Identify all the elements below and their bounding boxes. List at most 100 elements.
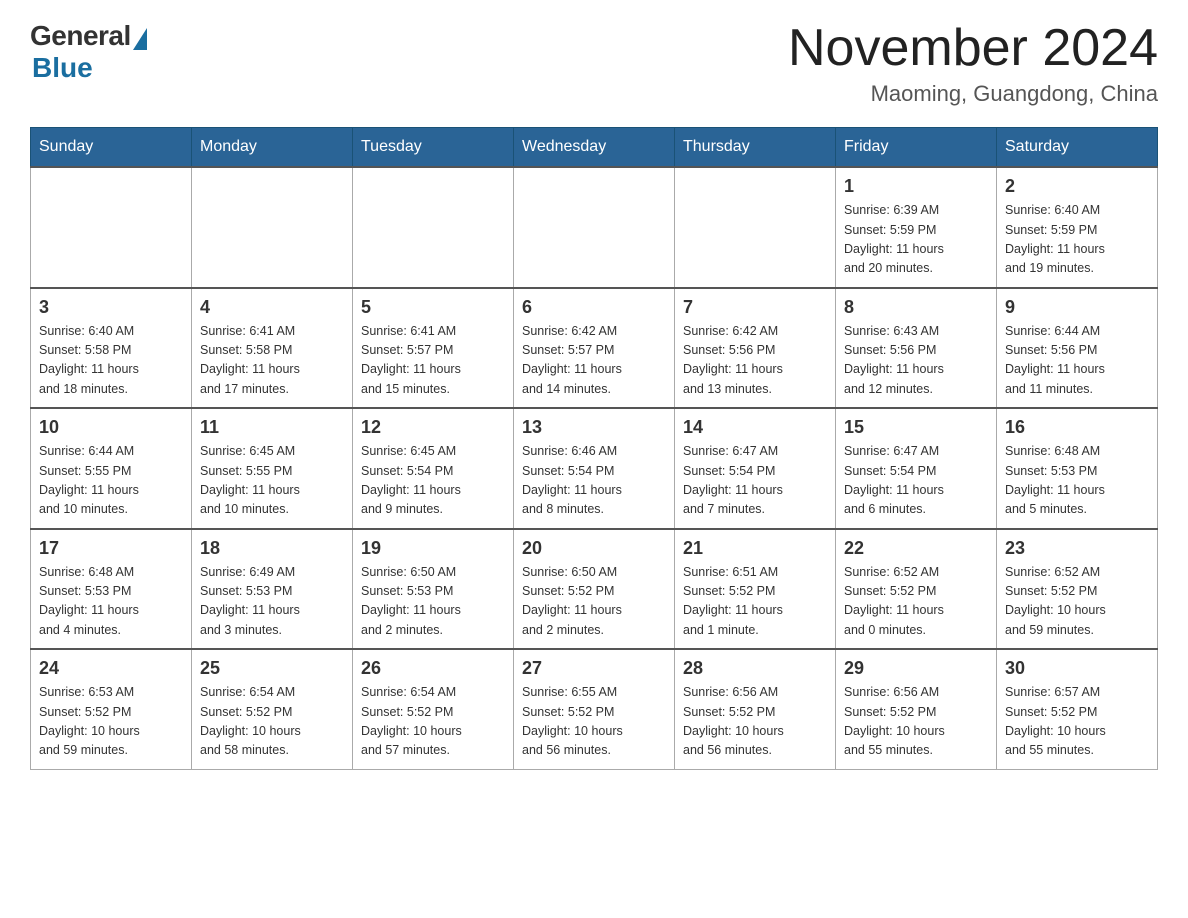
day-number: 17 bbox=[39, 538, 183, 559]
day-info: Sunrise: 6:50 AMSunset: 5:52 PMDaylight:… bbox=[522, 563, 666, 641]
logo-blue-text: Blue bbox=[32, 52, 93, 84]
calendar-cell: 28Sunrise: 6:56 AMSunset: 5:52 PMDayligh… bbox=[675, 649, 836, 769]
day-info: Sunrise: 6:51 AMSunset: 5:52 PMDaylight:… bbox=[683, 563, 827, 641]
day-number: 29 bbox=[844, 658, 988, 679]
calendar-cell: 21 Sunrise: 6:51 AMSunset: 5:52 PMDayligh… bbox=[675, 529, 836, 650]
day-number: 1 bbox=[844, 176, 988, 197]
day-info: Sunrise: 6:53 AMSunset: 5:52 PMDaylight:… bbox=[39, 683, 183, 761]
calendar-cell: 5Sunrise: 6:41 AMSunset: 5:57 PMDaylight… bbox=[353, 288, 514, 409]
calendar-cell: 15 Sunrise: 6:47 AMSunset: 5:54 PMDayligh… bbox=[836, 408, 997, 529]
calendar-cell: 8 Sunrise: 6:43 AMSunset: 5:56 PMDaylight… bbox=[836, 288, 997, 409]
calendar-cell: 22Sunrise: 6:52 AMSunset: 5:52 PMDayligh… bbox=[836, 529, 997, 650]
calendar-cell: 25Sunrise: 6:54 AMSunset: 5:52 PMDayligh… bbox=[192, 649, 353, 769]
day-info: Sunrise: 6:56 AMSunset: 5:52 PMDaylight:… bbox=[844, 683, 988, 761]
day-number: 30 bbox=[1005, 658, 1149, 679]
day-number: 8 bbox=[844, 297, 988, 318]
day-number: 2 bbox=[1005, 176, 1149, 197]
day-number: 10 bbox=[39, 417, 183, 438]
day-info: Sunrise: 6:48 AMSunset: 5:53 PMDaylight:… bbox=[1005, 442, 1149, 520]
logo: General Blue bbox=[30, 20, 147, 84]
calendar-cell: 14 Sunrise: 6:47 AMSunset: 5:54 PMDayligh… bbox=[675, 408, 836, 529]
week-row-2: 3Sunrise: 6:40 AMSunset: 5:58 PMDaylight… bbox=[31, 288, 1158, 409]
day-number: 22 bbox=[844, 538, 988, 559]
day-info: Sunrise: 6:41 AMSunset: 5:58 PMDaylight:… bbox=[200, 322, 344, 400]
day-number: 14 bbox=[683, 417, 827, 438]
calendar-cell: 1 Sunrise: 6:39 AMSunset: 5:59 PMDaylight… bbox=[836, 167, 997, 288]
day-info: Sunrise: 6:57 AMSunset: 5:52 PMDaylight:… bbox=[1005, 683, 1149, 761]
calendar-cell: 13Sunrise: 6:46 AMSunset: 5:54 PMDayligh… bbox=[514, 408, 675, 529]
day-info: Sunrise: 6:55 AMSunset: 5:52 PMDaylight:… bbox=[522, 683, 666, 761]
day-number: 12 bbox=[361, 417, 505, 438]
day-info: Sunrise: 6:40 AMSunset: 5:59 PMDaylight:… bbox=[1005, 201, 1149, 279]
header-sunday: Sunday bbox=[31, 128, 192, 168]
calendar-cell: 6 Sunrise: 6:42 AMSunset: 5:57 PMDaylight… bbox=[514, 288, 675, 409]
week-row-1: 1 Sunrise: 6:39 AMSunset: 5:59 PMDaylight… bbox=[31, 167, 1158, 288]
day-info: Sunrise: 6:45 AMSunset: 5:54 PMDaylight:… bbox=[361, 442, 505, 520]
day-info: Sunrise: 6:39 AMSunset: 5:59 PMDaylight:… bbox=[844, 201, 988, 279]
logo-triangle-icon bbox=[133, 28, 147, 50]
calendar-cell: 7Sunrise: 6:42 AMSunset: 5:56 PMDaylight… bbox=[675, 288, 836, 409]
day-info: Sunrise: 6:44 AMSunset: 5:56 PMDaylight:… bbox=[1005, 322, 1149, 400]
day-number: 5 bbox=[361, 297, 505, 318]
day-info: Sunrise: 6:49 AMSunset: 5:53 PMDaylight:… bbox=[200, 563, 344, 641]
month-title: November 2024 bbox=[788, 20, 1158, 77]
day-info: Sunrise: 6:50 AMSunset: 5:53 PMDaylight:… bbox=[361, 563, 505, 641]
calendar-cell: 26 Sunrise: 6:54 AMSunset: 5:52 PMDayligh… bbox=[353, 649, 514, 769]
calendar-cell bbox=[31, 167, 192, 288]
day-info: Sunrise: 6:47 AMSunset: 5:54 PMDaylight:… bbox=[844, 442, 988, 520]
day-number: 20 bbox=[522, 538, 666, 559]
day-number: 23 bbox=[1005, 538, 1149, 559]
calendar-cell: 20 Sunrise: 6:50 AMSunset: 5:52 PMDayligh… bbox=[514, 529, 675, 650]
calendar-cell: 24 Sunrise: 6:53 AMSunset: 5:52 PMDayligh… bbox=[31, 649, 192, 769]
day-number: 25 bbox=[200, 658, 344, 679]
day-info: Sunrise: 6:54 AMSunset: 5:52 PMDaylight:… bbox=[361, 683, 505, 761]
day-number: 3 bbox=[39, 297, 183, 318]
day-number: 19 bbox=[361, 538, 505, 559]
day-number: 21 bbox=[683, 538, 827, 559]
day-number: 4 bbox=[200, 297, 344, 318]
day-number: 24 bbox=[39, 658, 183, 679]
calendar-cell: 9 Sunrise: 6:44 AMSunset: 5:56 PMDaylight… bbox=[997, 288, 1158, 409]
day-number: 27 bbox=[522, 658, 666, 679]
calendar-cell bbox=[353, 167, 514, 288]
location-title: Maoming, Guangdong, China bbox=[788, 81, 1158, 107]
calendar-cell: 29 Sunrise: 6:56 AMSunset: 5:52 PMDayligh… bbox=[836, 649, 997, 769]
header-tuesday: Tuesday bbox=[353, 128, 514, 168]
header-friday: Friday bbox=[836, 128, 997, 168]
calendar-cell bbox=[675, 167, 836, 288]
week-row-3: 10 Sunrise: 6:44 AMSunset: 5:55 PMDayligh… bbox=[31, 408, 1158, 529]
day-number: 15 bbox=[844, 417, 988, 438]
calendar-table: Sunday Monday Tuesday Wednesday Thursday… bbox=[30, 127, 1158, 770]
title-section: November 2024 Maoming, Guangdong, China bbox=[788, 20, 1158, 107]
day-info: Sunrise: 6:45 AMSunset: 5:55 PMDaylight:… bbox=[200, 442, 344, 520]
calendar-cell: 4 Sunrise: 6:41 AMSunset: 5:58 PMDaylight… bbox=[192, 288, 353, 409]
calendar-cell: 12 Sunrise: 6:45 AMSunset: 5:54 PMDayligh… bbox=[353, 408, 514, 529]
day-info: Sunrise: 6:43 AMSunset: 5:56 PMDaylight:… bbox=[844, 322, 988, 400]
calendar-cell: 30 Sunrise: 6:57 AMSunset: 5:52 PMDayligh… bbox=[997, 649, 1158, 769]
page-header: General Blue November 2024 Maoming, Guan… bbox=[30, 20, 1158, 107]
day-number: 7 bbox=[683, 297, 827, 318]
day-number: 9 bbox=[1005, 297, 1149, 318]
week-row-5: 24 Sunrise: 6:53 AMSunset: 5:52 PMDayligh… bbox=[31, 649, 1158, 769]
calendar-cell: 3Sunrise: 6:40 AMSunset: 5:58 PMDaylight… bbox=[31, 288, 192, 409]
header-saturday: Saturday bbox=[997, 128, 1158, 168]
week-row-4: 17 Sunrise: 6:48 AMSunset: 5:53 PMDayligh… bbox=[31, 529, 1158, 650]
calendar-cell: 2 Sunrise: 6:40 AMSunset: 5:59 PMDaylight… bbox=[997, 167, 1158, 288]
header-thursday: Thursday bbox=[675, 128, 836, 168]
header-wednesday: Wednesday bbox=[514, 128, 675, 168]
day-info: Sunrise: 6:52 AMSunset: 5:52 PMDaylight:… bbox=[1005, 563, 1149, 641]
day-info: Sunrise: 6:47 AMSunset: 5:54 PMDaylight:… bbox=[683, 442, 827, 520]
header-monday: Monday bbox=[192, 128, 353, 168]
calendar-cell: 10 Sunrise: 6:44 AMSunset: 5:55 PMDayligh… bbox=[31, 408, 192, 529]
calendar-cell: 11Sunrise: 6:45 AMSunset: 5:55 PMDayligh… bbox=[192, 408, 353, 529]
day-number: 18 bbox=[200, 538, 344, 559]
calendar-cell: 17 Sunrise: 6:48 AMSunset: 5:53 PMDayligh… bbox=[31, 529, 192, 650]
day-info: Sunrise: 6:42 AMSunset: 5:57 PMDaylight:… bbox=[522, 322, 666, 400]
day-info: Sunrise: 6:46 AMSunset: 5:54 PMDaylight:… bbox=[522, 442, 666, 520]
calendar-cell bbox=[192, 167, 353, 288]
day-info: Sunrise: 6:48 AMSunset: 5:53 PMDaylight:… bbox=[39, 563, 183, 641]
calendar-cell: 18 Sunrise: 6:49 AMSunset: 5:53 PMDayligh… bbox=[192, 529, 353, 650]
day-info: Sunrise: 6:44 AMSunset: 5:55 PMDaylight:… bbox=[39, 442, 183, 520]
day-number: 6 bbox=[522, 297, 666, 318]
day-number: 26 bbox=[361, 658, 505, 679]
